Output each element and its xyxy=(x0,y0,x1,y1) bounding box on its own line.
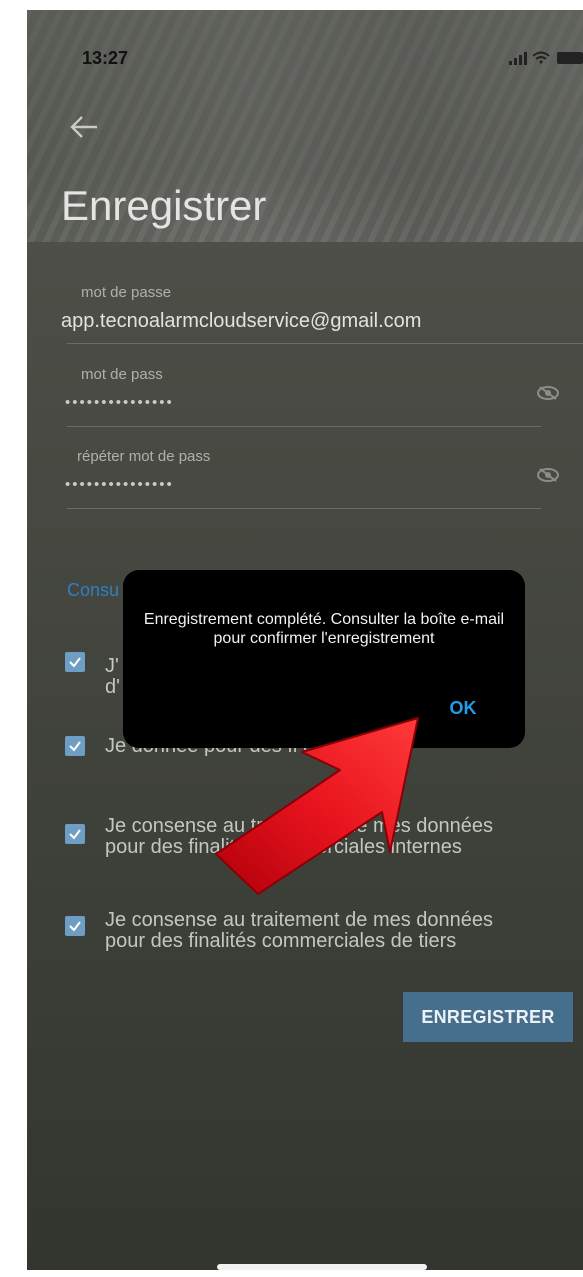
password-field-label: mot de pass xyxy=(81,366,163,383)
dialog-ok-button[interactable]: OK xyxy=(445,698,481,722)
email-field-label: mot de passe xyxy=(81,284,172,301)
repeat-password-field[interactable]: ••••••••••••••• xyxy=(65,476,174,493)
confirmation-dialog: Enregistrement complété. Consulter la bo… xyxy=(123,570,525,748)
email-field-underline xyxy=(67,343,583,344)
consult-link[interactable]: Consu xyxy=(67,580,123,601)
status-icons xyxy=(509,51,583,65)
consent-checkbox-4[interactable] xyxy=(65,916,85,936)
eye-icon[interactable] xyxy=(537,386,559,400)
password-field[interactable]: ••••••••••••••• xyxy=(65,394,174,411)
consent-label-3: Je consense au traitement de mes données… xyxy=(105,815,494,858)
eye-icon[interactable] xyxy=(537,468,559,482)
repeat-password-field-underline xyxy=(67,508,541,509)
consent-checkbox-3[interactable] xyxy=(65,824,85,844)
signal-icon xyxy=(509,52,527,65)
consent-checkbox-2[interactable] xyxy=(65,736,85,756)
check-icon xyxy=(69,921,81,932)
status-time: 13:27 xyxy=(82,48,129,68)
back-arrow-icon[interactable] xyxy=(69,114,99,140)
check-icon xyxy=(69,741,81,752)
check-icon xyxy=(69,829,81,840)
register-button[interactable]: ENREGISTRER xyxy=(403,992,573,1042)
email-field[interactable]: app.tecnoalarmcloudservice@gmail.com xyxy=(61,310,421,333)
consent-label-4: Je consense au traitement de mes données… xyxy=(105,909,494,952)
app-screen: 13:27 Enregistrer mot de passe app.tecno… xyxy=(27,10,583,1270)
battery-icon xyxy=(557,52,583,64)
wifi-icon xyxy=(532,51,550,64)
consent-checkbox-1[interactable] xyxy=(65,652,85,672)
check-icon xyxy=(69,657,81,668)
repeat-password-field-label: répéter mot de pass xyxy=(77,448,211,465)
home-indicator[interactable] xyxy=(217,1264,427,1270)
page-title: Enregistrer xyxy=(61,182,267,229)
dialog-message: Enregistrement complété. Consulter la bo… xyxy=(143,611,505,647)
password-field-underline xyxy=(67,426,541,427)
